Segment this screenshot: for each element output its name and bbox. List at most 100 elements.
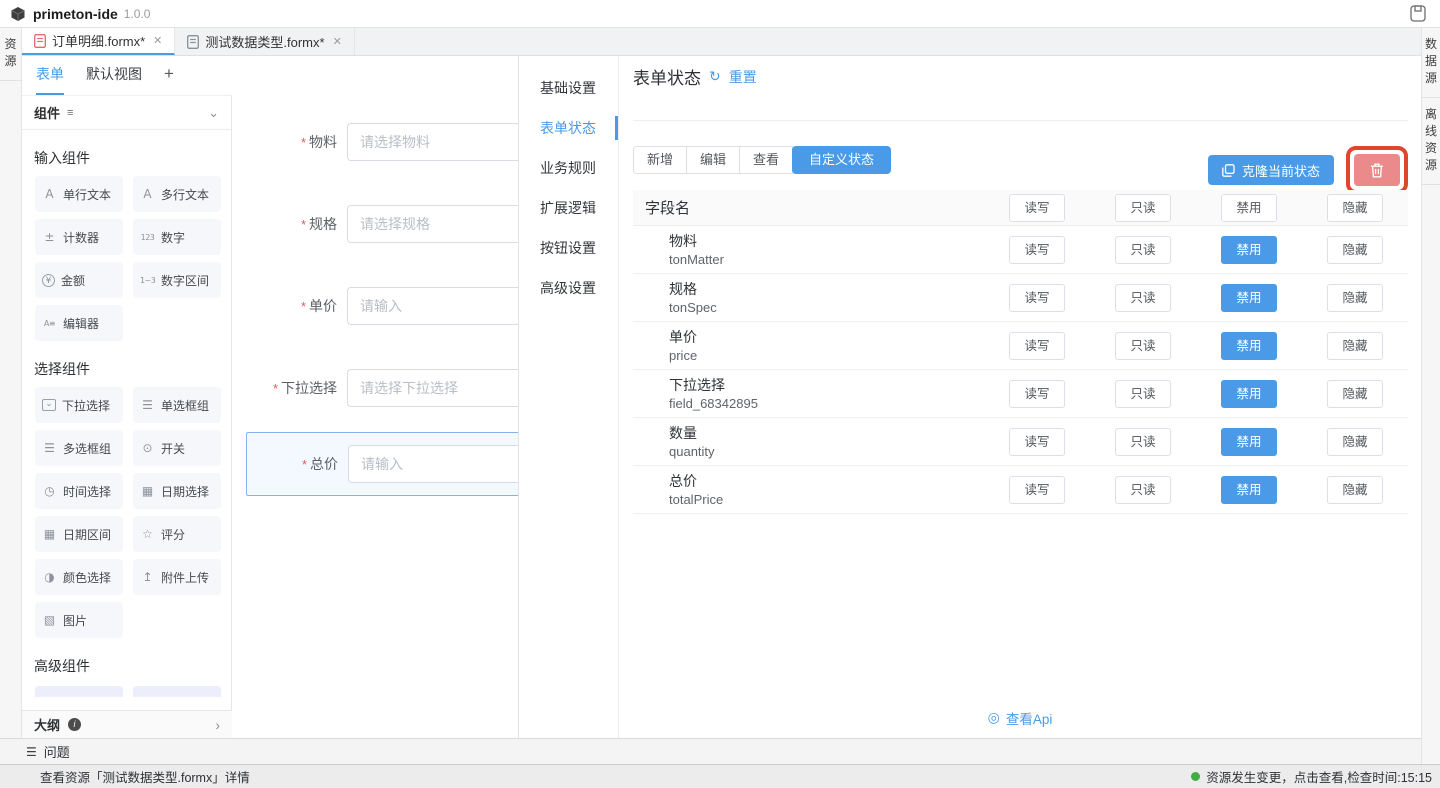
- field-spec[interactable]: *规格: [232, 205, 518, 243]
- readonly-button[interactable]: 只读: [1115, 380, 1171, 408]
- comp-item-checkbox-group[interactable]: ☰ 多选框组: [35, 430, 123, 466]
- comp-item-date-picker[interactable]: ▦ 日期选择: [133, 473, 221, 509]
- add-view-button[interactable]: +: [164, 56, 174, 95]
- status-change-notice[interactable]: 资源发生变更，点击查看,检查时间:15:15: [1191, 767, 1440, 786]
- datasource-vertical-tab[interactable]: 数据源: [1422, 28, 1440, 98]
- disabled-button[interactable]: 禁用: [1221, 236, 1277, 264]
- offline-resources-vertical-tab[interactable]: 离线资源: [1422, 98, 1440, 185]
- settings-nav-form-state[interactable]: 表单状态: [519, 108, 618, 148]
- readwrite-button[interactable]: 读写: [1009, 380, 1065, 408]
- reset-link[interactable]: 重置: [729, 67, 757, 87]
- header-readonly-button[interactable]: 只读: [1115, 194, 1171, 222]
- settings-nav-button-settings[interactable]: 按钮设置: [519, 228, 618, 268]
- field-unit-price[interactable]: *单价: [232, 287, 518, 325]
- chevron-right-icon[interactable]: ›: [215, 717, 220, 733]
- readwrite-button[interactable]: 读写: [1009, 476, 1065, 504]
- mode-new-button[interactable]: 新增: [633, 146, 687, 174]
- comp-item-switch[interactable]: ⊙ 开关: [133, 430, 221, 466]
- header-hidden-button[interactable]: 隐藏: [1327, 194, 1383, 222]
- comp-item-multi-line-text[interactable]: A 多行文本: [133, 176, 221, 212]
- disabled-button[interactable]: 禁用: [1221, 380, 1277, 408]
- settings-nav-business-rules[interactable]: 业务规则: [519, 148, 618, 188]
- comp-item-number-range[interactable]: 1~3 数字区间: [133, 262, 221, 298]
- disabled-button[interactable]: 禁用: [1221, 428, 1277, 456]
- app-version: 1.0.0: [124, 7, 151, 21]
- save-icon[interactable]: [1410, 5, 1426, 22]
- settings-nav-advanced[interactable]: 高级设置: [519, 268, 618, 308]
- delete-state-button[interactable]: [1354, 154, 1400, 186]
- component-panel-header[interactable]: 组件 ≡ ⌄: [22, 96, 231, 130]
- comp-item-time-picker[interactable]: ◷ 时间选择: [35, 473, 123, 509]
- field-code: tonSpec: [669, 299, 984, 316]
- comp-item-single-line-text[interactable]: A 单行文本: [35, 176, 123, 212]
- readwrite-button[interactable]: 读写: [1009, 236, 1065, 264]
- disabled-button[interactable]: 禁用: [1221, 476, 1277, 504]
- readwrite-button[interactable]: 读写: [1009, 332, 1065, 360]
- comp-item-editor[interactable]: A≡ 编辑器: [35, 305, 123, 341]
- close-icon[interactable]: ✕: [153, 34, 162, 47]
- panel-title: 表单状态: [633, 64, 701, 89]
- refresh-icon[interactable]: ↻: [709, 69, 721, 85]
- total-price-input[interactable]: [348, 445, 518, 483]
- selected-field-total-price[interactable]: *总价: [246, 432, 518, 496]
- mode-custom-state-button[interactable]: 自定义状态: [792, 146, 891, 174]
- comp-item-color-picker[interactable]: ◑ 颜色选择: [35, 559, 123, 595]
- comp-item-image[interactable]: ▧ 图片: [35, 602, 123, 638]
- settings-nav-extension-logic[interactable]: 扩展逻辑: [519, 188, 618, 228]
- readonly-button[interactable]: 只读: [1115, 332, 1171, 360]
- hidden-button[interactable]: 隐藏: [1327, 476, 1383, 504]
- advanced-component-partial[interactable]: [133, 686, 221, 697]
- readonly-button[interactable]: 只读: [1115, 476, 1171, 504]
- comp-item-radio-group[interactable]: ☰ 单选框组: [133, 387, 221, 423]
- view-api-link[interactable]: ◎ 查看Api: [619, 708, 1421, 728]
- comp-item-dropdown[interactable]: ⌄ 下拉选择: [35, 387, 123, 423]
- mode-edit-button[interactable]: 编辑: [686, 146, 740, 174]
- comp-item-counter[interactable]: ± 计数器: [35, 219, 123, 255]
- spec-select-input[interactable]: [347, 205, 518, 243]
- readwrite-button[interactable]: 读写: [1009, 284, 1065, 312]
- settings-nav-basic[interactable]: 基础设置: [519, 68, 618, 108]
- comp-item-number[interactable]: 123 数字: [133, 219, 221, 255]
- readonly-button[interactable]: 只读: [1115, 428, 1171, 456]
- mode-view-button[interactable]: 查看: [739, 146, 793, 174]
- field-material[interactable]: *物料: [232, 123, 518, 161]
- hidden-button[interactable]: 隐藏: [1327, 236, 1383, 264]
- chevron-down-icon[interactable]: ⌄: [208, 105, 219, 121]
- status-resource-detail-link[interactable]: 查看资源「测试数据类型.formx」详情: [0, 767, 250, 786]
- header-disabled-button[interactable]: 禁用: [1221, 194, 1277, 222]
- tab-form[interactable]: 表单: [36, 56, 64, 95]
- field-dropdown[interactable]: *下拉选择: [232, 369, 518, 407]
- resources-vertical-tab[interactable]: 资源: [0, 28, 21, 81]
- comp-item-date-range[interactable]: ▦ 日期区间: [35, 516, 123, 552]
- hidden-button[interactable]: 隐藏: [1327, 380, 1383, 408]
- field-label: 总价: [310, 456, 338, 472]
- clone-current-state-button[interactable]: 克隆当前状态: [1208, 155, 1334, 185]
- close-icon[interactable]: ✕: [333, 35, 342, 48]
- advanced-component-partial[interactable]: [35, 686, 123, 697]
- problems-bar[interactable]: ☰ 问题: [0, 738, 1421, 764]
- checkbox-group-icon: ☰: [42, 441, 57, 455]
- hidden-button[interactable]: 隐藏: [1327, 428, 1383, 456]
- hidden-button[interactable]: 隐藏: [1327, 284, 1383, 312]
- disabled-button[interactable]: 禁用: [1221, 284, 1277, 312]
- single-line-text-icon: A: [42, 187, 57, 201]
- form-canvas[interactable]: *物料 *规格 *单价 *下拉选择 *总价: [232, 95, 518, 738]
- unit-price-input[interactable]: [347, 287, 518, 325]
- comp-item-rating[interactable]: ☆ 评分: [133, 516, 221, 552]
- disabled-button[interactable]: 禁用: [1221, 332, 1277, 360]
- dropdown-select-input[interactable]: [347, 369, 518, 407]
- comp-item-attachment-upload[interactable]: ↥ 附件上传: [133, 559, 221, 595]
- table-row: 单价 price 读写 只读 禁用 隐藏: [633, 322, 1408, 370]
- readonly-button[interactable]: 只读: [1115, 236, 1171, 264]
- outline-bar[interactable]: 大纲 i ›: [22, 710, 232, 738]
- material-select-input[interactable]: [347, 123, 518, 161]
- tab-test-data-type-formx[interactable]: 测试数据类型.formx* ✕: [175, 28, 354, 55]
- comp-item-currency[interactable]: ¥ 金额: [35, 262, 123, 298]
- readonly-button[interactable]: 只读: [1115, 284, 1171, 312]
- hidden-button[interactable]: 隐藏: [1327, 332, 1383, 360]
- field-total-price[interactable]: *总价: [247, 445, 518, 483]
- tab-order-detail-formx[interactable]: 订单明细.formx* ✕: [22, 28, 175, 55]
- tab-default-view[interactable]: 默认视图: [86, 56, 142, 95]
- header-readwrite-button[interactable]: 读写: [1009, 194, 1065, 222]
- readwrite-button[interactable]: 读写: [1009, 428, 1065, 456]
